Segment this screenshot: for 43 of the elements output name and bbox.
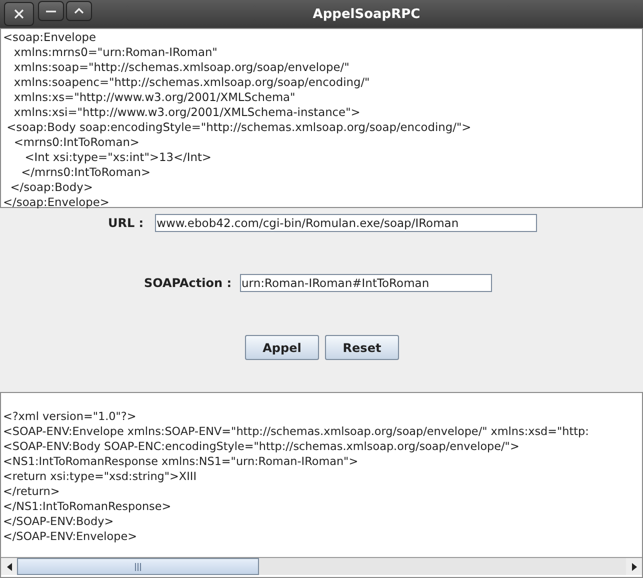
- code-line: <SOAP-ENV:Envelope xmlns:SOAP-ENV="http://schemas.xmlsoap.org/soap/envelope/" xmlns:xsd="http:: [3, 424, 590, 439]
- code-line: <soap:Body soap:encodingStyle="http://schemas.xmlsoap.org/soap/encoding/">: [6, 120, 472, 135]
- code-line: <mrns0:IntToRoman>: [12, 135, 140, 150]
- action-button[interactable]: Reset: [325, 335, 399, 360]
- code-line: </NS1:IntToRomanResponse>: [3, 499, 172, 514]
- code-line: xmlns:soapenc="http://schemas.xmlsoap.org/soap/encoding/": [12, 75, 371, 90]
- close-button[interactable]: [4, 2, 34, 26]
- request-text-area[interactable]: [0, 28, 643, 208]
- grip-icon: [135, 562, 141, 570]
- maximize-button[interactable]: [66, 1, 92, 21]
- horizontal-scrollbar[interactable]: [1, 557, 642, 575]
- code-line: <?xml version="1.0"?>: [3, 409, 138, 424]
- minimize-button[interactable]: [38, 1, 64, 21]
- code-line: xmlns:soap="http://schemas.xmlsoap.org/soap/envelope/": [12, 60, 350, 75]
- code-line: </soap:Envelope>: [3, 195, 110, 210]
- code-line: <soap:Envelope: [3, 30, 98, 45]
- scrollbar-thumb[interactable]: [17, 558, 259, 575]
- soap-action-label: SOAPAction :: [144, 276, 232, 290]
- code-line: xmlns:xs="http://www.w3.org/2001/XMLSchema": [12, 90, 296, 105]
- action-button[interactable]: Appel: [245, 335, 319, 360]
- scroll-left-button[interactable]: [1, 558, 17, 575]
- soap-action-field[interactable]: urn:Roman-IRoman#IntToRoman: [240, 274, 492, 292]
- code-line: </soap:Body>: [9, 180, 94, 195]
- minimize-icon: [46, 10, 56, 12]
- code-line: </mrns0:IntToRoman>: [20, 165, 152, 180]
- window-title: AppelSoapRPC: [312, 6, 422, 22]
- close-icon: [14, 9, 24, 19]
- code-line: </SOAP-ENV:Envelope>: [3, 529, 138, 544]
- right-arrow-icon: [632, 562, 636, 570]
- code-line: <SOAP-ENV:Body SOAP-ENC:encodingStyle="http://schemas.xmlsoap.org/soap/envelope/">: [3, 439, 520, 454]
- url-field[interactable]: www.ebob42.com/cgi-bin/Romulan.exe/soap/IRoman: [154, 214, 537, 232]
- code-line: <Int xsi:type="xs:int">13</Int>: [24, 150, 212, 165]
- url-label: URL :: [108, 216, 144, 230]
- response-text-area[interactable]: [0, 392, 643, 578]
- code-line: </SOAP-ENV:Body>: [3, 514, 115, 529]
- code-line: </return>: [3, 484, 61, 499]
- left-arrow-icon: [6, 562, 12, 570]
- code-line: xmlns:mrns0="urn:Roman-IRoman": [12, 45, 218, 60]
- code-line: xmlns:xsi="http://www.w3.org/2001/XMLSchema-instance">: [12, 105, 362, 120]
- code-line: <return xsi:type="xsd:string">XIII: [3, 469, 198, 484]
- scroll-right-button[interactable]: [626, 558, 642, 575]
- caret-icon: [74, 8, 84, 14]
- code-line: <NS1:IntToRomanResponse xmlns:NS1="urn:Roman-IRoman">: [3, 454, 360, 469]
